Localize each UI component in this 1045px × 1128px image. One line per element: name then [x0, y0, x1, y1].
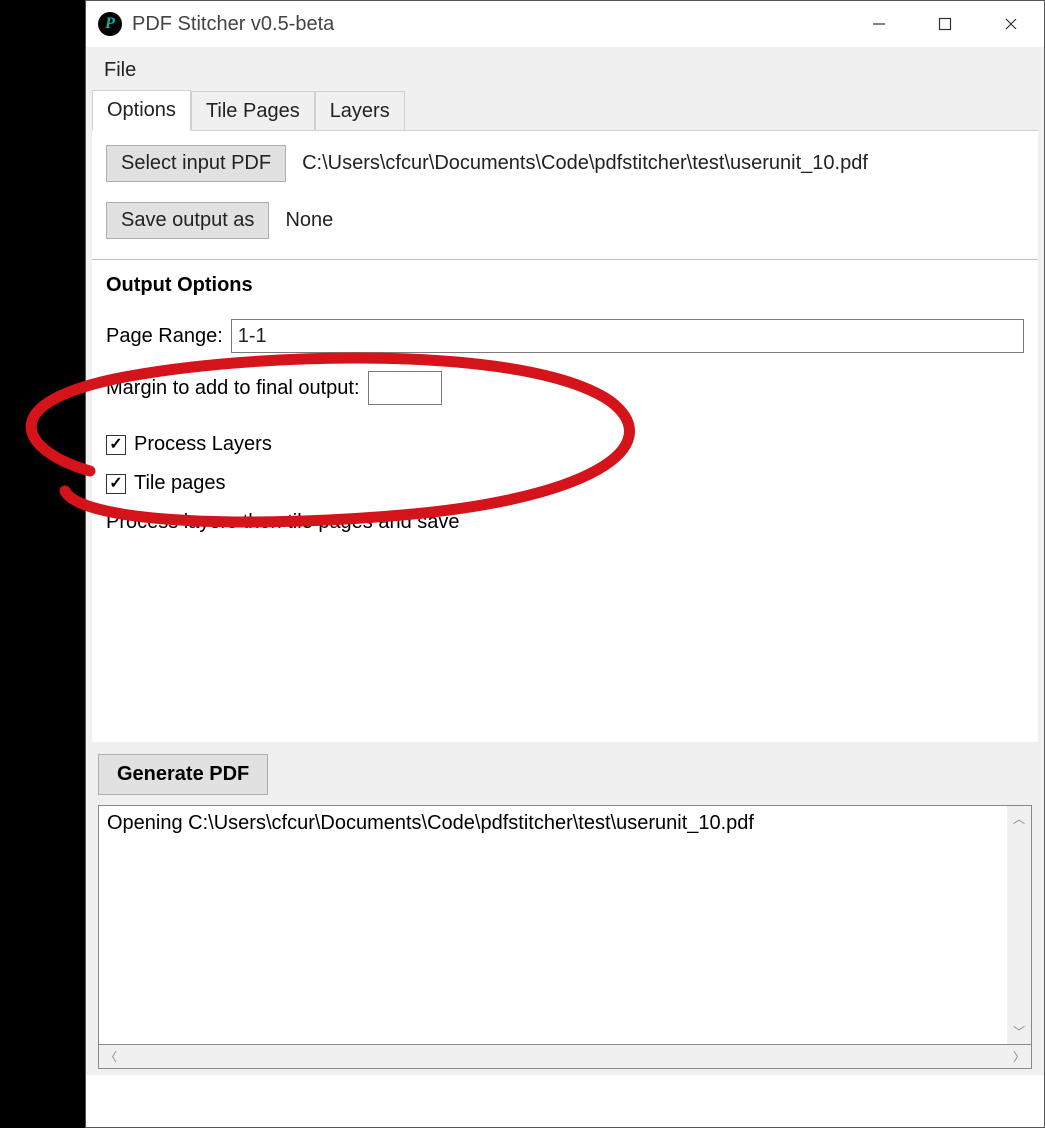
divider [92, 259, 1038, 260]
output-options-section: Output Options Page Range: Margin to add… [106, 274, 1024, 534]
tab-row: Options Tile Pages Layers [92, 86, 1038, 130]
log-output: Opening C:\Users\cfcur\Documents\Code\pd… [98, 805, 1032, 1045]
input-pdf-path: C:\Users\cfcur\Documents\Code\pdfstitche… [302, 152, 868, 175]
scroll-left-icon: 〈 [105, 1048, 117, 1065]
margin-input[interactable] [368, 371, 442, 405]
scroll-down-icon: ﹀ [1013, 1023, 1025, 1040]
page-range-input[interactable] [231, 319, 1024, 353]
log-content[interactable]: Opening C:\Users\cfcur\Documents\Code\pd… [99, 806, 1007, 1044]
margin-label: Margin to add to final output: [106, 377, 360, 400]
process-layers-label: Process Layers [134, 433, 272, 456]
output-path: None [285, 209, 333, 232]
scroll-up-icon: ︿ [1013, 810, 1025, 827]
window-controls [846, 1, 1044, 47]
process-order-note: Process layers then tile pages and save [106, 511, 1024, 534]
process-layers-checkbox[interactable] [106, 435, 126, 455]
log-line: Opening C:\Users\cfcur\Documents\Code\pd… [107, 812, 999, 835]
app-icon: P [98, 12, 122, 36]
tab-layers[interactable]: Layers [315, 91, 405, 131]
tab-options[interactable]: Options [92, 90, 191, 131]
options-panel: Select input PDF C:\Users\cfcur\Document… [92, 130, 1038, 742]
menu-file[interactable]: File [96, 57, 144, 84]
app-window: P PDF Stitcher v0.5-beta File Options Ti… [85, 0, 1045, 1128]
vertical-scrollbar[interactable]: ︿ ﹀ [1007, 806, 1031, 1044]
window-title: PDF Stitcher v0.5-beta [132, 13, 846, 36]
tab-tile-pages[interactable]: Tile Pages [191, 91, 315, 131]
horizontal-scrollbar[interactable]: 〈 〉 [98, 1045, 1032, 1069]
page-range-label: Page Range: [106, 325, 223, 348]
generate-pdf-button[interactable]: Generate PDF [98, 754, 268, 795]
menubar: File Options Tile Pages Layers Select in… [86, 47, 1044, 1075]
scroll-right-icon: 〉 [1013, 1048, 1025, 1065]
save-output-as-button[interactable]: Save output as [106, 202, 269, 239]
output-options-title: Output Options [106, 274, 1024, 297]
tile-pages-checkbox[interactable] [106, 474, 126, 494]
titlebar: P PDF Stitcher v0.5-beta [86, 1, 1044, 47]
select-input-pdf-button[interactable]: Select input PDF [106, 145, 286, 182]
minimize-button[interactable] [846, 1, 912, 47]
maximize-button[interactable] [912, 1, 978, 47]
close-button[interactable] [978, 1, 1044, 47]
tile-pages-label: Tile pages [134, 472, 226, 495]
app-icon-letter: P [105, 15, 115, 33]
